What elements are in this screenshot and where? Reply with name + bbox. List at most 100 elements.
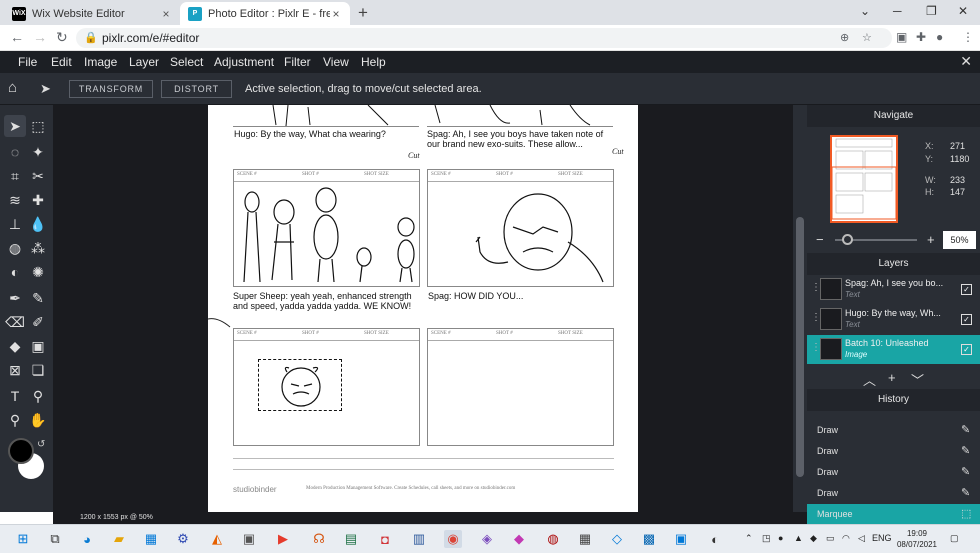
pencil-tool-icon[interactable]: ✎ — [27, 287, 49, 309]
app-icon[interactable]: ◍ — [544, 530, 562, 548]
app-icon[interactable]: ◈ — [478, 530, 496, 548]
app-icon[interactable]: ▩ — [640, 530, 658, 548]
text-tool-icon[interactable]: T — [4, 385, 26, 407]
back-icon[interactable]: ← — [10, 29, 24, 45]
zoom-slider-knob[interactable] — [842, 234, 853, 245]
tray-app-icon[interactable]: ◆ — [810, 533, 817, 544]
app-icon[interactable]: ▣ — [672, 530, 690, 548]
menu-layer[interactable]: Layer — [129, 55, 159, 69]
close-tab-icon[interactable]: × — [330, 7, 342, 21]
liquify-tool-icon[interactable]: ≋ — [4, 189, 26, 211]
extensions-puzzle-icon[interactable]: ✚ — [916, 30, 926, 44]
layer-down-icon[interactable]: ﹀ — [911, 370, 924, 389]
chrome-icon[interactable]: ◉ — [444, 530, 462, 548]
layers-tool-icon[interactable]: ❏ — [27, 359, 49, 381]
menu-adjustment[interactable]: Adjustment — [214, 55, 274, 69]
edge-icon[interactable]: ◕ — [78, 530, 96, 548]
zoom-tool-icon[interactable]: ⚲ — [4, 409, 26, 431]
zoom-out-button[interactable]: − — [816, 232, 824, 247]
app-icon[interactable]: ◆ — [510, 530, 528, 548]
menu-view[interactable]: View — [323, 55, 349, 69]
brush-alt-tool-icon[interactable]: ✐ — [27, 311, 49, 333]
heal-tool-icon[interactable]: ✚ — [27, 189, 49, 211]
lock-icon[interactable]: 🔒 — [84, 31, 98, 44]
wand-tool-icon[interactable]: ✦ — [27, 141, 49, 163]
layer-visibility-checkbox[interactable]: ✓ — [961, 284, 972, 295]
arrange-tool-icon[interactable]: ➤ — [4, 115, 26, 137]
word-icon[interactable]: ▥ — [410, 530, 428, 548]
menu-help[interactable]: Help — [361, 55, 386, 69]
history-item[interactable]: Draw ✎ — [807, 483, 980, 504]
extension-icon[interactable]: ▣ — [896, 30, 907, 44]
battery-icon[interactable]: ▭ — [826, 533, 835, 544]
url-text[interactable]: pixlr.com/e/#editor — [102, 31, 199, 45]
hand-tool-icon[interactable]: ✋ — [27, 409, 49, 431]
eraser-tool-icon[interactable]: ⌫ — [4, 311, 26, 333]
close-window-button[interactable]: ✕ — [958, 4, 968, 18]
browser-menu-icon[interactable]: ⋮ — [962, 30, 974, 44]
excel-icon[interactable]: ▤ — [342, 530, 360, 548]
layer-visibility-checkbox[interactable]: ✓ — [961, 314, 972, 325]
marquee-tool-icon[interactable]: ⬚ — [27, 115, 49, 137]
layer-item[interactable]: ⋮ Hugo: By the way, Wh... Text ✓ — [807, 305, 980, 334]
cutout-tool-icon[interactable]: ✂ — [27, 165, 49, 187]
tab-wix-editor[interactable]: WiX Wix Website Editor × — [4, 2, 180, 25]
tray-app-icon[interactable]: ▲ — [794, 533, 803, 543]
layer-up-icon[interactable]: ︿ — [863, 370, 876, 389]
transform-button[interactable]: TRANSFORM — [69, 80, 153, 98]
dodge-tool-icon[interactable]: ⁂ — [27, 237, 49, 259]
task-view-icon[interactable]: ⧉ — [46, 530, 64, 548]
history-item-active[interactable]: Marquee ⬚ — [807, 504, 980, 525]
menu-select[interactable]: Select — [170, 55, 203, 69]
history-item[interactable]: Draw ✎ — [807, 441, 980, 462]
history-item[interactable]: Draw ✎ — [807, 420, 980, 441]
wifi-icon[interactable]: ◠ — [842, 533, 850, 544]
lasso-tool-icon[interactable]: ◌ — [4, 141, 26, 163]
profile-avatar-icon[interactable]: ● — [936, 30, 943, 44]
scrollbar-thumb[interactable] — [796, 217, 804, 477]
menu-file[interactable]: File — [18, 55, 37, 69]
bookmark-star-icon[interactable]: ☆ — [862, 31, 872, 44]
restore-button[interactable]: ❐ — [926, 4, 937, 18]
menu-filter[interactable]: Filter — [284, 55, 311, 69]
marquee-selection[interactable] — [258, 359, 342, 411]
menu-image[interactable]: Image — [84, 55, 117, 69]
reload-icon[interactable]: ↻ — [56, 29, 68, 46]
canvas-scrollbar[interactable] — [793, 105, 807, 512]
color-replace-tool-icon[interactable]: ◐ — [4, 261, 26, 283]
start-icon[interactable]: ⊞ — [14, 530, 32, 548]
blur-tool-icon[interactable]: 💧 — [27, 213, 49, 235]
vlc-icon[interactable]: ◭ — [208, 530, 226, 548]
language-indicator[interactable]: ENG — [872, 533, 892, 543]
file-explorer-icon[interactable]: ▰ — [110, 530, 128, 548]
forward-icon[interactable]: → — [33, 29, 47, 45]
add-layer-icon[interactable]: + — [888, 370, 896, 385]
settings-icon[interactable]: ⚙ — [174, 530, 192, 548]
app-icon[interactable]: ▦ — [576, 530, 594, 548]
shape-tool-icon[interactable]: ⊠ — [4, 359, 26, 381]
app-icon[interactable]: ◇ — [608, 530, 626, 548]
tray-app-icon[interactable]: ● — [778, 533, 783, 543]
headphones-icon[interactable]: ☊ — [310, 530, 328, 548]
home-icon[interactable]: ⌂ — [8, 79, 17, 96]
distort-button[interactable]: DISTORT — [161, 80, 232, 98]
swap-colors-icon[interactable]: ↺ — [37, 439, 45, 450]
brush-tool-icon[interactable]: ✒ — [4, 287, 26, 309]
photos-icon[interactable]: ▣ — [240, 530, 258, 548]
sharpen-tool-icon[interactable]: ✺ — [27, 261, 49, 283]
install-app-icon[interactable]: ⊕ — [840, 31, 849, 44]
storyboard-document[interactable]: Hugo: By the way, What cha wearing? Spag… — [208, 105, 638, 512]
menu-edit[interactable]: Edit — [51, 55, 72, 69]
tab-search-icon[interactable]: ⌄ — [860, 4, 870, 18]
url-field[interactable]: 🔒 pixlr.com/e/#editor ⊕ ☆ — [76, 28, 892, 48]
sponge-tool-icon[interactable]: ◍ — [4, 237, 26, 259]
navigate-header[interactable]: Navigate — [807, 105, 980, 127]
gradient-tool-icon[interactable]: ▣ — [27, 335, 49, 357]
tray-chevron-icon[interactable]: ⌃ — [745, 533, 753, 544]
app-icon[interactable]: ◘ — [376, 530, 394, 548]
fill-tool-icon[interactable]: ◆ — [4, 335, 26, 357]
store-icon[interactable]: ▦ — [142, 530, 160, 548]
app-icon[interactable]: ◐ — [706, 530, 724, 548]
clone-tool-icon[interactable]: ⊥ — [4, 213, 26, 235]
crop-tool-icon[interactable]: ⌗ — [4, 165, 26, 187]
